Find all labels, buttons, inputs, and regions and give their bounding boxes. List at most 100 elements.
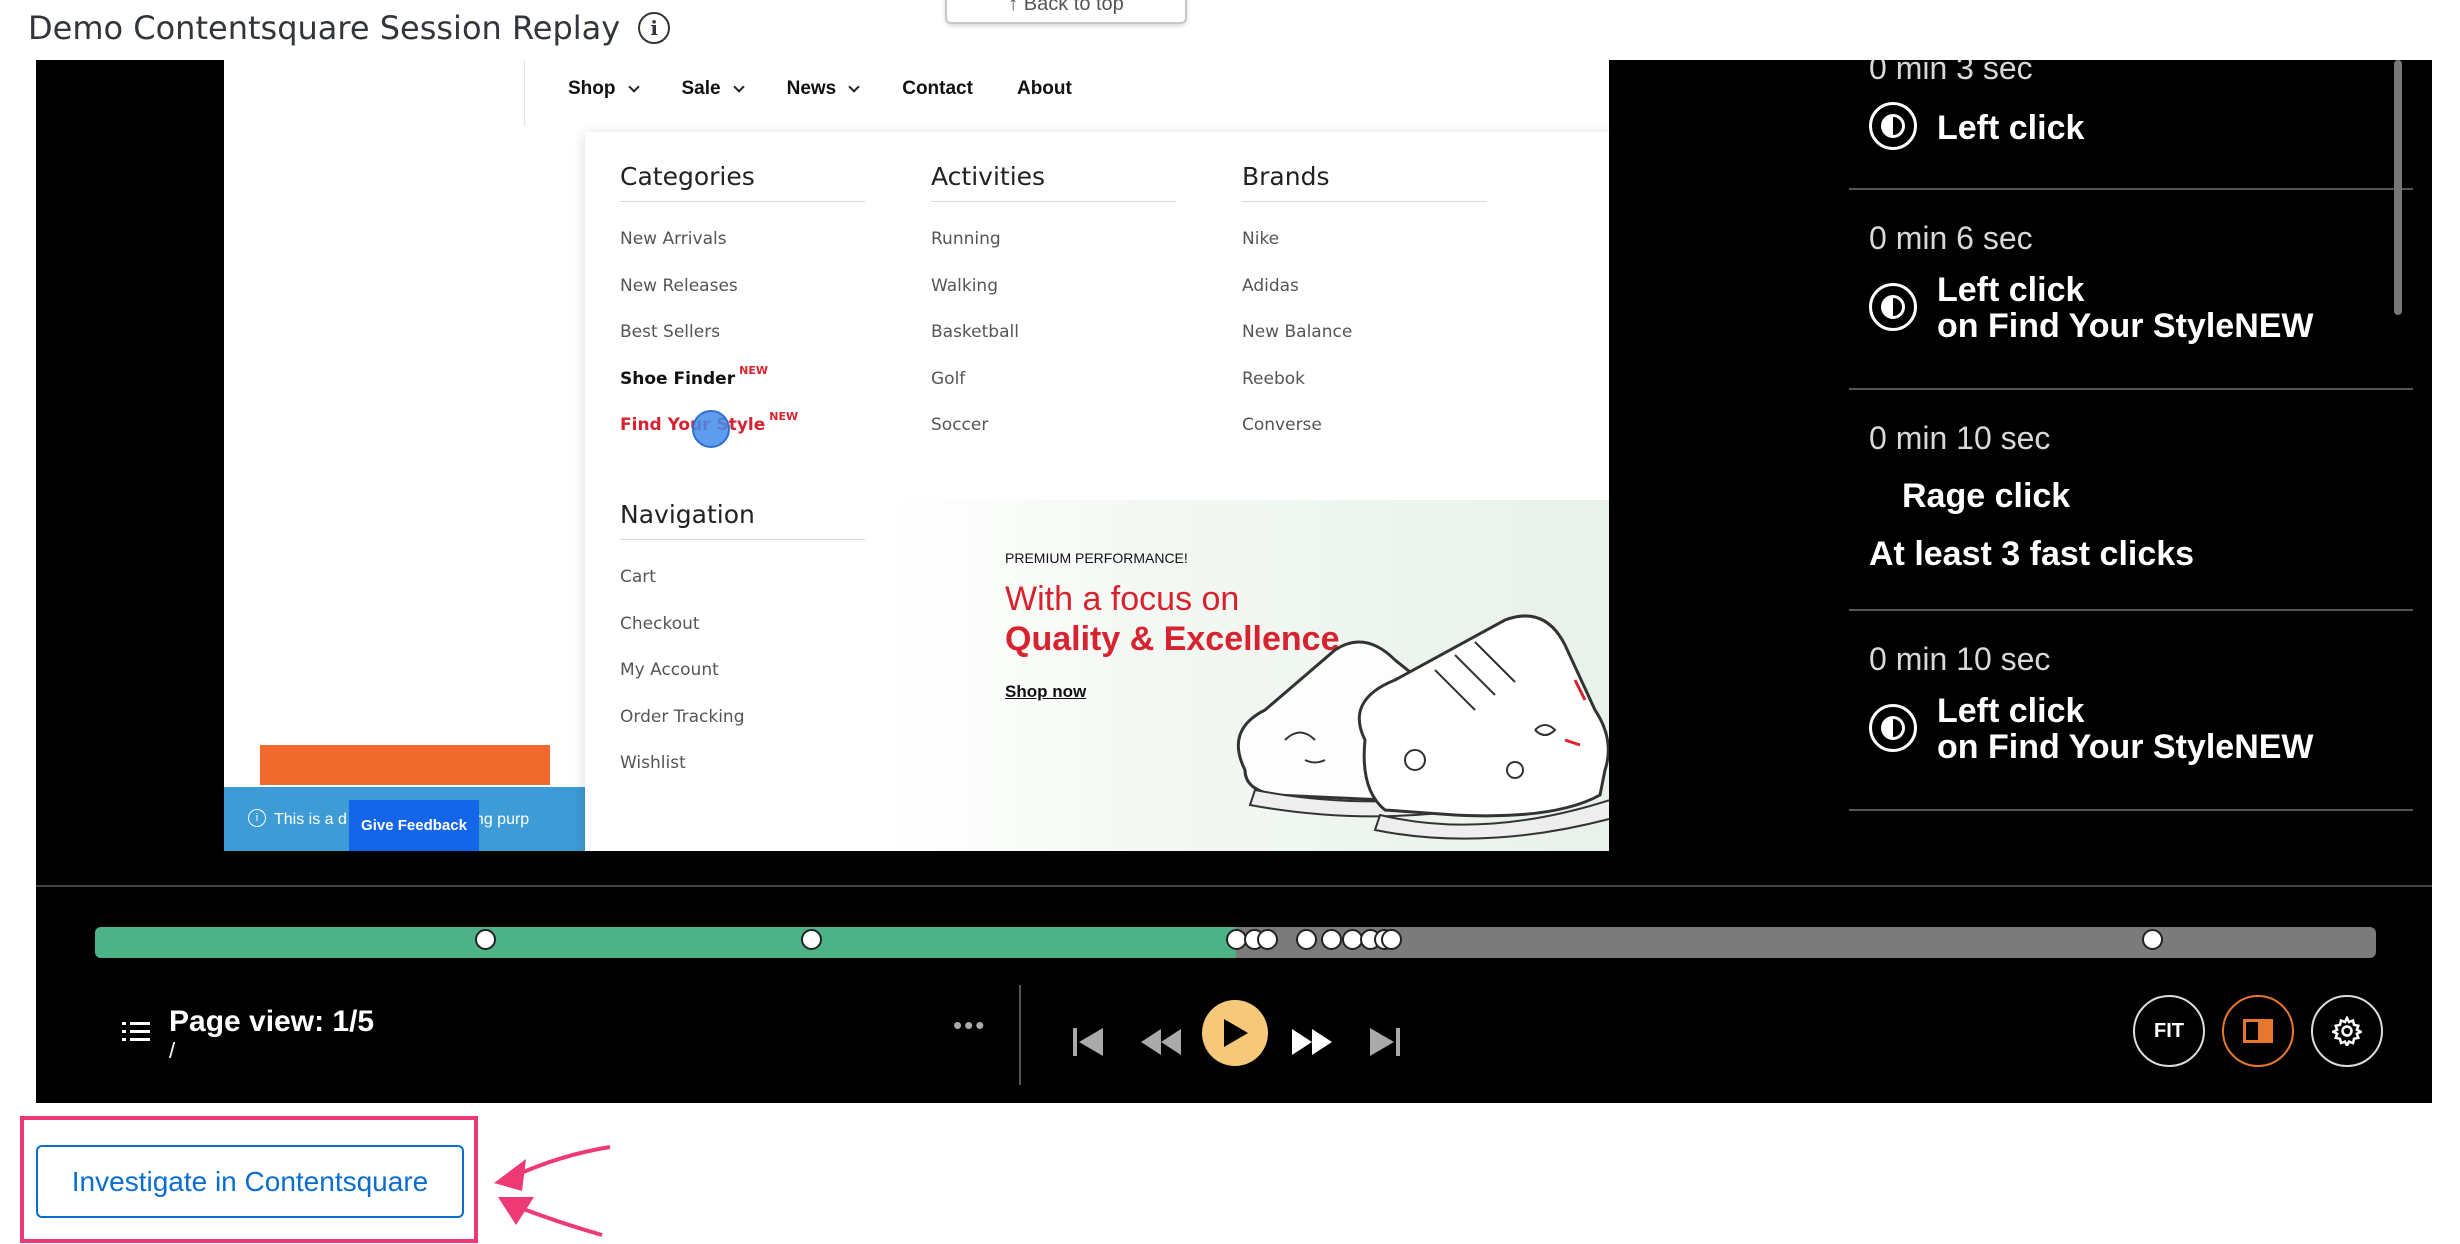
shop-now-link[interactable]: Shop now bbox=[1005, 682, 1086, 702]
settings-button[interactable] bbox=[2311, 995, 2383, 1067]
more-options-button[interactable]: ••• bbox=[953, 1010, 986, 1041]
event-item[interactable]: 0 min 10 sec Left click on Find Your Sty… bbox=[1849, 611, 2413, 811]
hero-banner-fragment bbox=[260, 745, 550, 785]
menu-item[interactable]: Adidas bbox=[1242, 263, 1487, 310]
page-title: Demo Contentsquare Session Replay bbox=[28, 9, 621, 47]
replay-player: Shop Sale News Contact About i This is a… bbox=[36, 60, 2432, 1103]
nav-item-about[interactable]: About bbox=[1017, 78, 1072, 100]
nav-item-shop[interactable]: Shop bbox=[568, 78, 640, 100]
investigate-in-contentsquare-button[interactable]: Investigate in Contentsquare bbox=[36, 1145, 464, 1218]
promo-kicker: PREMIUM PERFORMANCE! bbox=[1005, 550, 1188, 566]
chevron-down-icon bbox=[627, 80, 640, 93]
menu-item-shoe-finder[interactable]: Shoe Finder NEW bbox=[620, 356, 865, 403]
nav-label: Shop bbox=[568, 78, 616, 99]
controls-separator bbox=[1019, 985, 1021, 1085]
toggle-sidebar-button[interactable] bbox=[2222, 995, 2294, 1067]
nav-label: Contact bbox=[902, 78, 973, 99]
event-label: Left click bbox=[1937, 692, 2085, 730]
event-item[interactable]: 0 min 3 sec Left click bbox=[1849, 60, 2413, 190]
site-top-nav: Shop Sale News Contact About bbox=[568, 78, 1072, 100]
event-detail: on Find Your StyleNEW bbox=[1937, 307, 2314, 345]
play-button[interactable] bbox=[1202, 1000, 1268, 1066]
skip-to-start-icon[interactable] bbox=[1071, 1018, 1105, 1066]
menu-column-title: Categories bbox=[620, 162, 865, 202]
event-stream: 0 min 3 sec Left click 0 min 6 sec Left … bbox=[1816, 60, 2416, 890]
page-view-label[interactable]: Page view: 1/5 bbox=[169, 1005, 374, 1039]
fit-button[interactable]: FIT bbox=[2133, 995, 2205, 1067]
chevron-down-icon bbox=[848, 80, 860, 93]
skip-to-end-icon[interactable] bbox=[1368, 1018, 1402, 1066]
info-icon: i bbox=[248, 809, 266, 827]
event-item[interactable]: 0 min 10 sec Rage click At least 3 fast … bbox=[1849, 390, 2413, 611]
menu-column-activities: Activities Running Walking Basketball Go… bbox=[931, 162, 1176, 449]
timeline-progress bbox=[95, 927, 1236, 958]
menu-column-brands: Brands Nike Adidas New Balance Reebok Co… bbox=[1242, 162, 1487, 449]
back-to-top-button[interactable]: ↑ Back to top bbox=[945, 0, 1187, 24]
menu-column-title: Activities bbox=[931, 162, 1176, 202]
event-label: Left click bbox=[1937, 109, 2085, 147]
play-icon bbox=[1224, 1019, 1248, 1047]
sidebar-panel-icon bbox=[2243, 1019, 2273, 1043]
list-icon[interactable] bbox=[122, 1020, 150, 1044]
fast-forward-icon[interactable] bbox=[1290, 1018, 1334, 1066]
nav-item-news[interactable]: News bbox=[786, 78, 860, 100]
menu-column-navigation: Navigation Cart Checkout My Account Orde… bbox=[620, 500, 865, 787]
pointer-arrows-icon bbox=[494, 1145, 611, 1237]
new-badge: NEW bbox=[769, 410, 799, 423]
click-icon bbox=[1869, 283, 1917, 331]
event-stream-scrollbar[interactable] bbox=[2394, 60, 2402, 315]
menu-column-categories: Categories New Arrivals New Releases Bes… bbox=[620, 162, 865, 449]
menu-item[interactable]: Cart bbox=[620, 554, 865, 601]
menu-item[interactable]: Nike bbox=[1242, 216, 1487, 263]
nav-item-contact[interactable]: Contact bbox=[902, 78, 973, 100]
menu-item[interactable]: My Account bbox=[620, 647, 865, 694]
rewind-icon[interactable] bbox=[1139, 1018, 1183, 1066]
menu-item[interactable]: New Balance bbox=[1242, 309, 1487, 356]
gear-icon bbox=[2332, 1016, 2362, 1046]
event-detail: At least 3 fast clicks bbox=[1869, 535, 2195, 573]
menu-column-title: Brands bbox=[1242, 162, 1487, 202]
timeline-event-marker[interactable] bbox=[475, 929, 497, 950]
menu-item[interactable]: New Releases bbox=[620, 263, 865, 310]
nav-label: News bbox=[786, 78, 837, 99]
controls-divider bbox=[36, 885, 2432, 887]
shop-mega-menu: Categories New Arrivals New Releases Bes… bbox=[585, 132, 1609, 851]
menu-item[interactable]: Running bbox=[931, 216, 1176, 263]
nav-label: Sale bbox=[681, 78, 721, 99]
replay-cursor-icon bbox=[692, 410, 730, 448]
menu-item[interactable]: Order Tracking bbox=[620, 694, 865, 741]
event-item[interactable]: 0 min 6 sec Left click on Find Your Styl… bbox=[1849, 190, 2413, 390]
new-badge: NEW bbox=[739, 363, 768, 377]
click-icon bbox=[1869, 704, 1917, 752]
event-detail: on Find Your StyleNEW bbox=[1937, 728, 2314, 766]
event-time: 0 min 3 sec bbox=[1869, 60, 2033, 86]
menu-item[interactable]: Walking bbox=[931, 263, 1176, 310]
menu-item[interactable]: Soccer bbox=[931, 402, 1176, 449]
menu-item[interactable]: New Arrivals bbox=[620, 216, 865, 263]
promo-banner: PREMIUM PERFORMANCE! With a focus on Qua… bbox=[885, 500, 1609, 851]
replay-viewport: Shop Sale News Contact About i This is a… bbox=[224, 60, 1609, 851]
menu-item[interactable]: Wishlist bbox=[620, 740, 865, 787]
menu-column-title: Navigation bbox=[620, 500, 865, 540]
menu-item[interactable]: Golf bbox=[931, 356, 1176, 403]
event-time: 0 min 6 sec bbox=[1869, 220, 2033, 256]
event-time: 0 min 10 sec bbox=[1869, 420, 2051, 456]
menu-item[interactable]: Best Sellers bbox=[620, 309, 865, 356]
page-header: Demo Contentsquare Session Replay i bbox=[28, 6, 671, 50]
click-icon bbox=[1869, 102, 1917, 150]
timeline-event-marker[interactable] bbox=[1380, 929, 1402, 950]
event-label: Rage click bbox=[1902, 477, 2071, 515]
event-label: Left click bbox=[1937, 271, 2085, 309]
page-view-path: / bbox=[169, 1038, 176, 1063]
menu-item[interactable]: Reebok bbox=[1242, 356, 1487, 403]
nav-divider bbox=[524, 60, 525, 126]
menu-item-find-your-style[interactable]: Find Your Style NEW bbox=[620, 402, 865, 449]
nav-item-sale[interactable]: Sale bbox=[681, 78, 745, 100]
menu-item[interactable]: Basketball bbox=[931, 309, 1176, 356]
menu-item[interactable]: Converse bbox=[1242, 402, 1487, 449]
give-feedback-button[interactable]: Give Feedback bbox=[349, 800, 479, 851]
info-icon[interactable]: i bbox=[638, 12, 671, 44]
sneaker-image bbox=[1236, 614, 1609, 840]
menu-item[interactable]: Checkout bbox=[620, 601, 865, 648]
nav-label: About bbox=[1016, 78, 1072, 99]
